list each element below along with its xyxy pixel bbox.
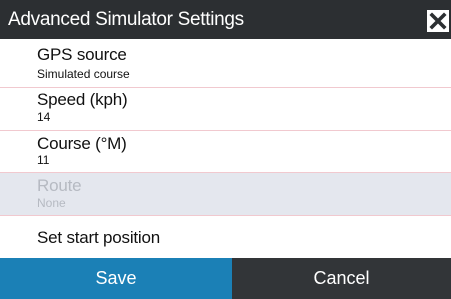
gps-source-value: Simulated course — [37, 67, 130, 81]
close-button[interactable] — [427, 10, 449, 32]
title-bar: Advanced Simulator Settings — [0, 0, 451, 39]
advanced-simulator-settings-dialog: Advanced Simulator Settings GPS source S… — [0, 0, 451, 299]
route-label: Route — [37, 176, 82, 195]
save-button[interactable]: Save — [0, 258, 232, 299]
course-label: Course (°M) — [37, 134, 127, 153]
speed-row[interactable]: Speed (kph) 14 — [0, 88, 451, 130]
close-icon — [429, 12, 447, 30]
course-row[interactable]: Course (°M) 11 — [0, 131, 451, 172]
gps-source-label: GPS source — [37, 45, 127, 64]
set-start-position-row[interactable]: Set start position — [0, 216, 451, 258]
dialog-title: Advanced Simulator Settings — [8, 9, 244, 30]
set-start-position-label: Set start position — [37, 228, 161, 247]
speed-value: 14 — [37, 110, 51, 124]
course-value: 11 — [37, 153, 50, 167]
speed-label: Speed (kph) — [37, 90, 128, 109]
route-row: Route None — [0, 173, 451, 215]
cancel-button[interactable]: Cancel — [232, 258, 451, 299]
route-value: None — [37, 196, 66, 210]
gps-source-row[interactable]: GPS source Simulated course — [0, 39, 451, 87]
